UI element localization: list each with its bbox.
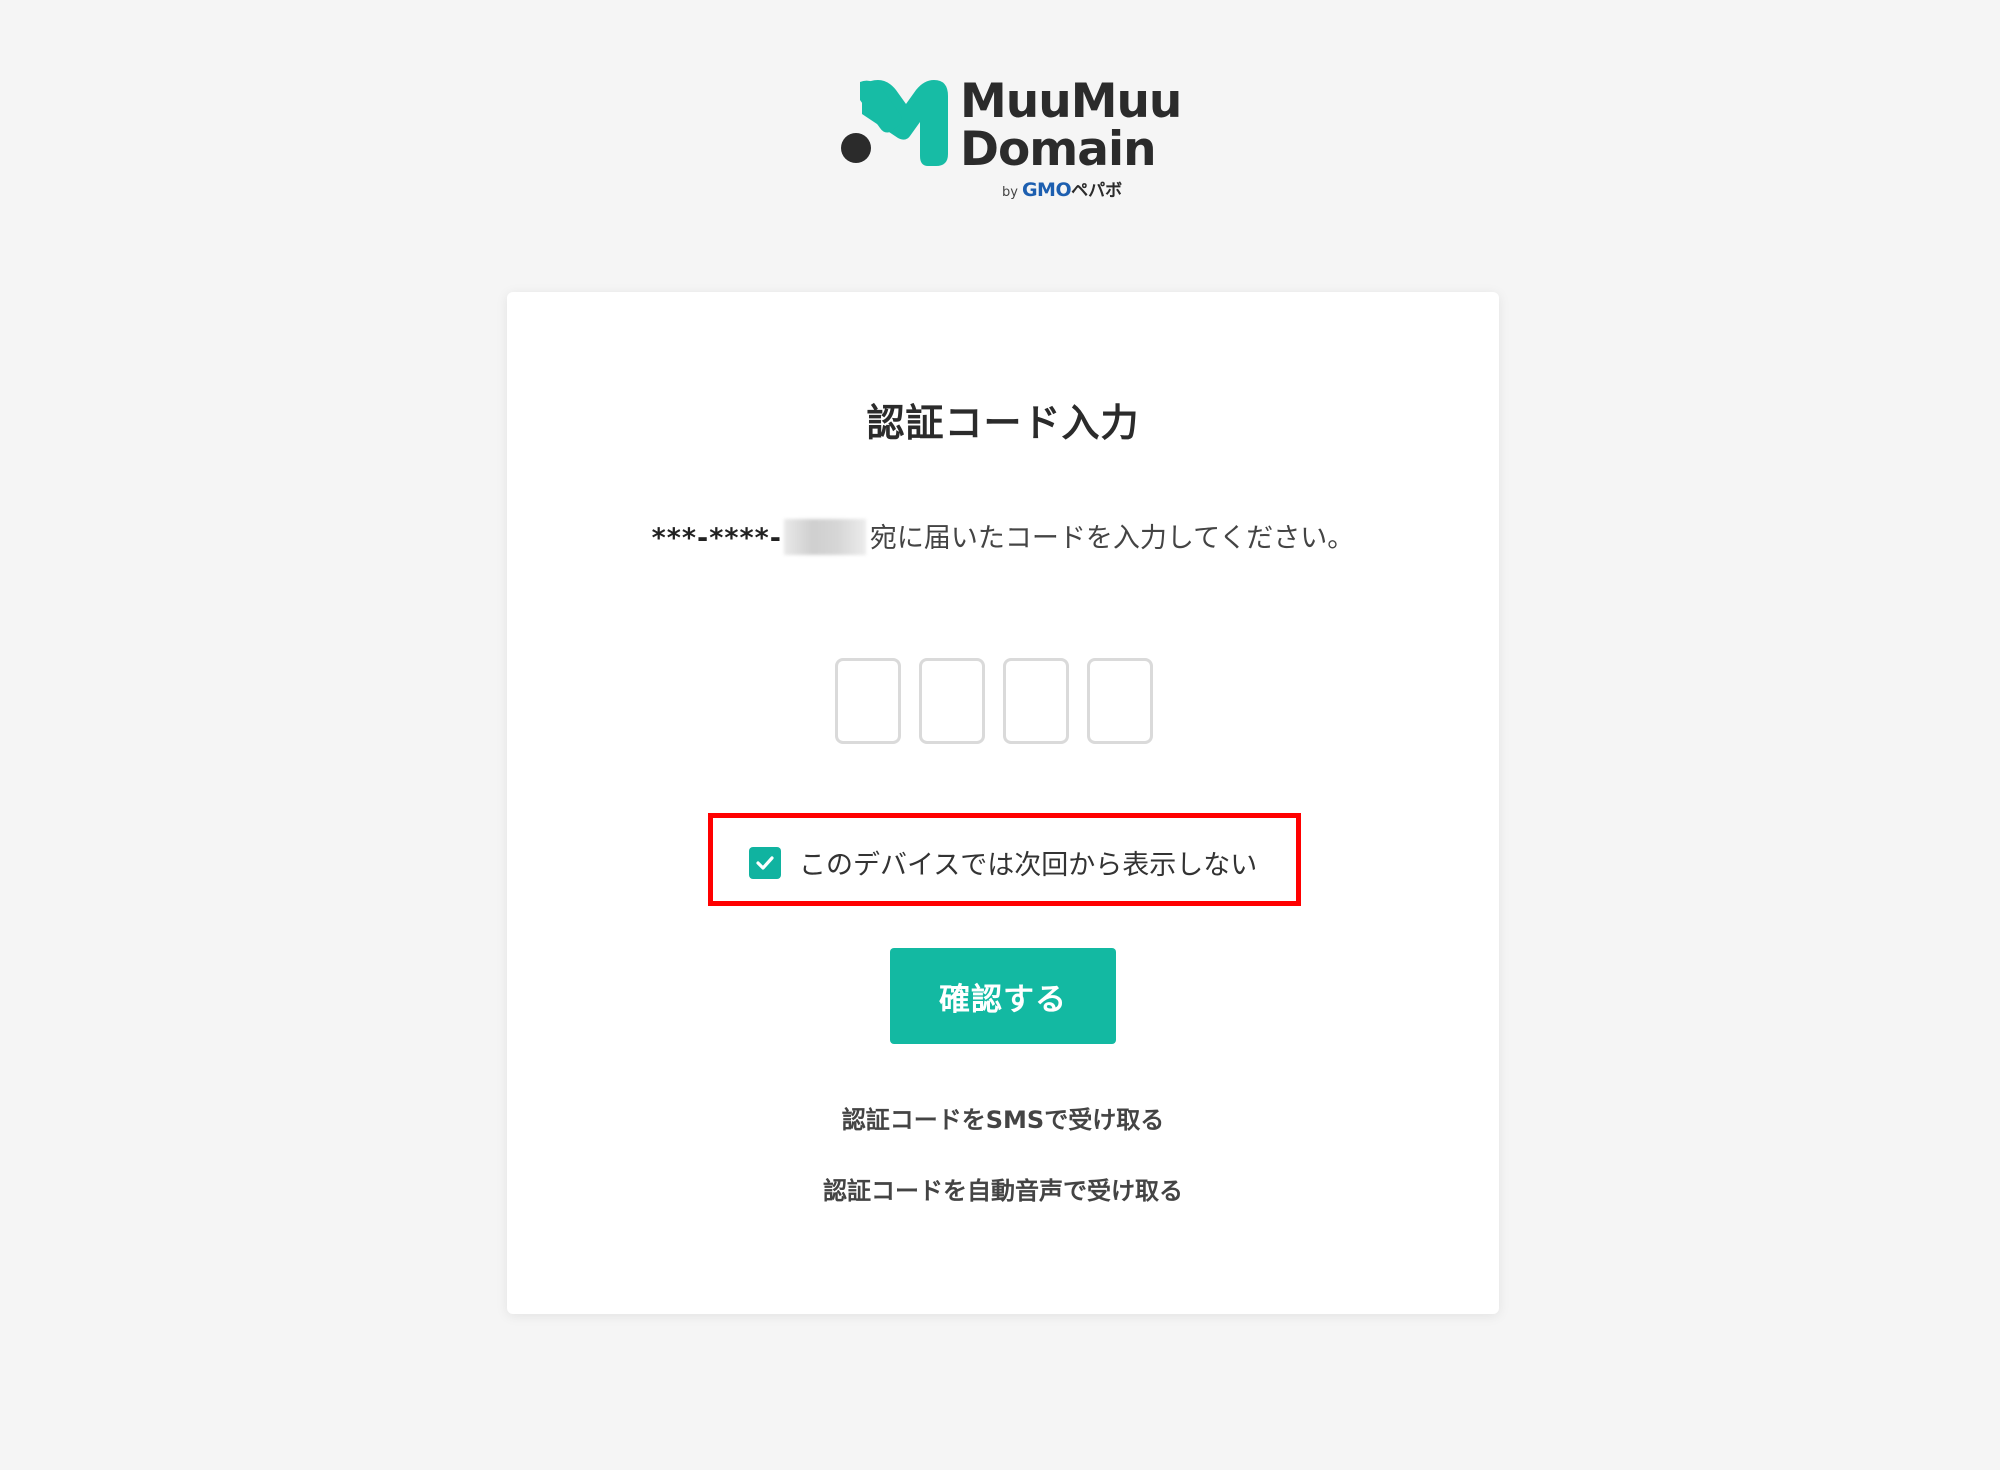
code-input-group (835, 658, 1153, 744)
logo-by-text: by (1002, 185, 1018, 200)
checkmark-icon (756, 855, 774, 870)
receive-code-voice-link[interactable]: 認証コードを自動音声で受け取る (507, 1171, 1499, 1206)
highlight-frame: このデバイスでは次回から表示しない (708, 813, 1301, 906)
code-digit-2-input[interactable] (919, 658, 985, 744)
muumuu-m-logo-icon (841, 80, 948, 166)
confirm-button[interactable]: 確認する (890, 948, 1116, 1044)
logo-wordmark: MuuMuu Domain (960, 74, 1182, 177)
muumuu-domain-logo: MuuMuu Domain by GMOペパボ (840, 76, 1182, 201)
logo-pepabo-text: ペパボ (1071, 181, 1123, 201)
page-title: 認証コード入力 (866, 401, 1140, 445)
blurred-phone-digits (783, 519, 866, 555)
code-digit-1-input[interactable] (835, 658, 901, 744)
logo-line-2: Domain (960, 122, 1157, 177)
remember-device-checkbox[interactable] (749, 846, 781, 879)
verification-card: 認証コード入力 ***-****- 宛に届いたコードを入力してください。 このデバ… (507, 292, 1499, 1314)
code-digit-3-input[interactable] (1003, 658, 1069, 744)
remember-device-label: このデバイスでは次回から表示しない (799, 850, 1258, 881)
instruction-text: ***-****- 宛に届いたコードを入力してください。 (507, 516, 1499, 555)
receive-code-sms-link[interactable]: 認証コードをSMSで受け取る (507, 1100, 1499, 1135)
logo-line-1: MuuMuu (960, 74, 1182, 129)
code-digit-4-input[interactable] (1087, 658, 1153, 744)
remember-device-option[interactable]: このデバイスでは次回から表示しない (749, 843, 1257, 882)
masked-phone-number: ***-****- (651, 523, 782, 554)
logo-gmo-text: GMO (1021, 179, 1072, 201)
instruction-suffix: 宛に届いたコードを入力してください。 (869, 523, 1355, 554)
logo-byline: by GMOペパボ (1002, 176, 1122, 201)
